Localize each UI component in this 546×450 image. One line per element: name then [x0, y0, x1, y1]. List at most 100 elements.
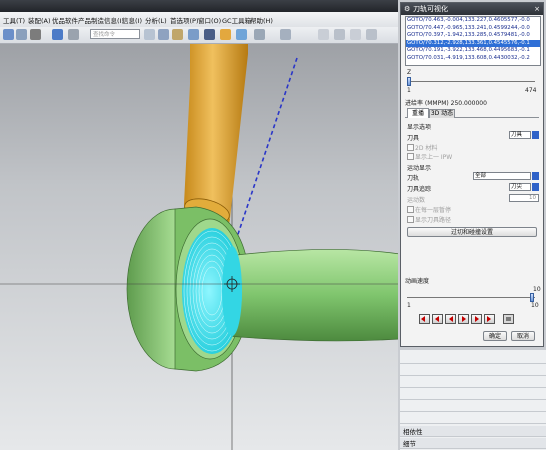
menu-info[interactable]: 信息(I) — [122, 15, 142, 25]
tool-trace-dropdown[interactable]: 刀尖 — [509, 183, 531, 191]
play-forward-button[interactable] — [458, 314, 469, 324]
step-back-button[interactable] — [432, 314, 443, 324]
anim-speed-label: 动画速度 — [405, 278, 430, 285]
toolpath-visualization-dialog: ⚙ 刀轨可视化 × GOTO/70.463,-0.004,133.227,0.4… — [400, 2, 544, 347]
tool-dropdown[interactable]: 刀具 — [509, 131, 531, 139]
z-slider-track[interactable] — [407, 81, 535, 82]
path-line-4[interactable]: GOTO/70.191,-3.922,133.468,0.4495683,-0.… — [406, 47, 540, 55]
tool-b-icon[interactable] — [334, 29, 345, 40]
tool-dropdown-value: 刀具 — [511, 132, 523, 138]
tool-dropdown-chevron-icon[interactable] — [532, 131, 539, 139]
menu-youpin[interactable]: 优品软件 — [52, 15, 78, 25]
render-icon[interactable] — [204, 29, 215, 40]
copy-icon[interactable] — [3, 29, 14, 40]
point-icon[interactable] — [158, 29, 169, 40]
details-section[interactable]: 细节 — [400, 438, 546, 449]
step-forward-button[interactable] — [471, 314, 482, 324]
stop-icon — [506, 317, 511, 321]
dialog-title-bar: ⚙ 刀轨可视化 × — [401, 3, 543, 15]
pause-each-layer-label: 在每一层暂停 — [415, 207, 452, 214]
dependency-section[interactable]: 相依性 — [400, 426, 546, 437]
anim-speed-track[interactable] — [407, 297, 535, 298]
undo-icon[interactable] — [30, 29, 41, 40]
tool-trace-label: 刀具追踪 — [407, 186, 432, 193]
cancel-button[interactable]: 取消 — [511, 331, 535, 341]
menu-analysis[interactable]: 分析(L) — [145, 15, 167, 25]
pause-each-layer-checkbox[interactable] — [407, 206, 414, 213]
path-line-2[interactable]: GOTO/70.397,-1.942,133.285,0.4579481,-0.… — [406, 32, 540, 40]
feed-rate-text: 进给率 (MMPM) 250.000000 — [405, 100, 487, 107]
menu-help[interactable]: 帮助(H) — [250, 15, 273, 25]
panel-row[interactable] — [400, 388, 546, 400]
view-icon[interactable] — [188, 29, 199, 40]
path-line-3[interactable]: GOTO/70.312,-2.928,133.361,0.4545576,-0.… — [406, 39, 540, 48]
show-toolpath-label: 显示刀具路径 — [415, 217, 452, 224]
tab-3d-dynamic[interactable]: 3D 动态 — [429, 109, 455, 118]
panel-row[interactable] — [400, 376, 546, 388]
anim-speed-value: 10 — [533, 286, 541, 293]
menu-pmi[interactable]: 产品制造信息(I) — [78, 15, 124, 25]
menu-window[interactable]: 窗口(O) — [198, 15, 221, 25]
tool-trace-chevron-icon[interactable] — [532, 183, 539, 191]
path-line-0[interactable]: GOTO/70.463,-0.004,133.227,0.4605577,-0.… — [406, 17, 540, 25]
tool-d-icon[interactable] — [366, 29, 377, 40]
close-icon[interactable]: × — [534, 3, 540, 15]
rewind-start-button[interactable] — [419, 314, 430, 324]
menu-bar: 工具(T) 装配(A) 优品软件 产品制造信息(I) 信息(I) 分析(L) 首… — [0, 12, 400, 28]
menu-gc-toolbox[interactable]: GC工具箱 — [222, 15, 251, 25]
frame-icon[interactable] — [254, 29, 265, 40]
toolpath-listing[interactable]: GOTO/70.463,-0.004,133.227,0.4605577,-0.… — [405, 16, 541, 66]
panel-row[interactable] — [400, 352, 546, 364]
camera-icon[interactable] — [236, 29, 247, 40]
z-slider-max: 474 — [525, 87, 537, 94]
play-icon — [462, 316, 466, 322]
tab-replay[interactable]: 重播 — [407, 108, 429, 118]
tool-label: 刀具 — [407, 135, 420, 142]
motion-count-input[interactable]: 10 — [509, 194, 539, 202]
path-line-5[interactable]: GOTO/70.031,-4.919,133.608,0.4430032,-0.… — [406, 55, 540, 63]
filter-icon[interactable] — [68, 29, 79, 40]
2d-material-checkbox[interactable] — [407, 144, 414, 151]
gear-icon: ⚙ — [404, 5, 411, 13]
z-slider-handle[interactable] — [407, 77, 411, 86]
fast-forward-end-button[interactable] — [484, 314, 495, 324]
motion-display-label: 运动显示 — [407, 165, 432, 172]
part-shaft — [227, 249, 401, 342]
step-back-icon — [435, 316, 439, 322]
gouge-collision-settings-button[interactable]: 过切和碰撞设置 — [407, 227, 537, 237]
menu-preferences[interactable]: 首选项(P) — [170, 15, 199, 25]
select-icon[interactable] — [52, 29, 63, 40]
show-prev-ipw-label: 显示上一 IPW — [415, 154, 453, 161]
skip-forward-icon — [487, 316, 491, 322]
stop-button[interactable] — [503, 314, 514, 324]
tool-path-dropdown-value: 全部 — [475, 173, 487, 179]
panel-row[interactable] — [400, 412, 546, 424]
tool-trace-dropdown-value: 刀尖 — [511, 184, 523, 190]
snap-icon[interactable] — [144, 29, 155, 40]
tool-a-icon[interactable] — [318, 29, 329, 40]
tool-path-dropdown[interactable]: 全部 — [473, 172, 531, 180]
show-prev-ipw-checkbox[interactable] — [407, 153, 414, 160]
tool-shaft — [184, 44, 248, 219]
anim-speed-max: 10 — [531, 302, 539, 309]
tool-path-chevron-icon[interactable] — [532, 172, 539, 180]
paste-icon[interactable] — [16, 29, 27, 40]
2d-material-label: 2D 材料 — [415, 145, 438, 152]
anim-speed-handle[interactable] — [530, 293, 534, 302]
path-line-1[interactable]: GOTO/70.447,-0.965,133.241,0.4599244,-0.… — [406, 25, 540, 33]
measure-icon[interactable] — [280, 29, 291, 40]
light-icon[interactable] — [220, 29, 231, 40]
ok-button[interactable]: 确定 — [483, 331, 507, 341]
tool-c-icon[interactable] — [350, 29, 361, 40]
z-slider-label: Z — [407, 69, 412, 76]
command-search-input[interactable]: 查找命令 — [90, 29, 140, 39]
show-toolpath-checkbox[interactable] — [407, 216, 414, 223]
grid-icon[interactable] — [172, 29, 183, 40]
panel-row[interactable] — [400, 364, 546, 376]
play-back-button[interactable] — [445, 314, 456, 324]
menu-tools[interactable]: 工具(T) — [3, 15, 25, 25]
z-slider-min: 1 — [407, 87, 411, 94]
panel-row[interactable] — [400, 400, 546, 412]
menu-assembly[interactable]: 装配(A) — [28, 15, 51, 25]
step-forward-icon — [475, 316, 479, 322]
